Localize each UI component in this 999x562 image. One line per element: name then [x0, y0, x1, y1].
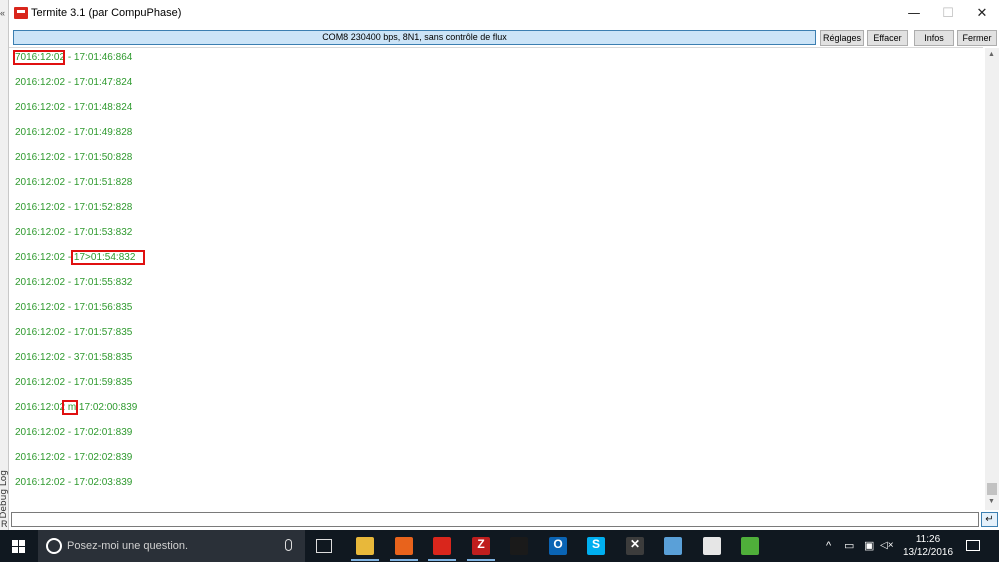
- send-input[interactable]: [11, 512, 979, 527]
- termite-window: Termite 3.1 (par CompuPhase) — ☐ ✕ COM8 …: [9, 0, 999, 530]
- input-row: ↵: [9, 512, 999, 528]
- output-line: 2016:12:02 - 17:01:49:828: [15, 127, 133, 138]
- filezilla-glyph-letter: Z: [477, 537, 485, 551]
- tray-overflow-icon[interactable]: ^: [826, 530, 831, 562]
- network-icon[interactable]: ▣: [864, 530, 874, 562]
- background-window-edge: « Debug Log R: [0, 0, 9, 530]
- microphone-icon[interactable]: [285, 539, 292, 551]
- termite-glyph: [433, 537, 451, 555]
- taskbar-app-firefox-icon[interactable]: [388, 533, 420, 561]
- debug-log-tab-label[interactable]: Debug Log: [0, 470, 9, 519]
- clear-button[interactable]: Effacer: [867, 30, 908, 46]
- taskbar: Posez-moi une question. Z O S ✕ ^ ▭ ▣ ◁× 11…: [0, 530, 999, 562]
- output-line: 2016:12:02 - 17:01:51:828: [15, 177, 133, 188]
- output-scrollbar[interactable]: ▲ ▼: [985, 48, 999, 510]
- cortana-search[interactable]: Posez-moi une question.: [38, 530, 305, 562]
- output-line: 2016:12:02 - 17:02:01:839: [15, 427, 133, 438]
- windows-logo-icon: [12, 540, 25, 553]
- command-prompt-glyph: [510, 537, 528, 555]
- taskbar-app-paint-icon[interactable]: [657, 533, 689, 561]
- output-line: 2016:12:02 - 17:02:02:839: [15, 452, 133, 463]
- system-clock[interactable]: 11:26 13/12/2016: [897, 533, 959, 559]
- scroll-up-icon[interactable]: ▲: [988, 51, 995, 58]
- settings-button[interactable]: Réglages: [820, 30, 864, 46]
- firefox-glyph: [395, 537, 413, 555]
- output-line: 2016:12:02 - 17:01:47:824: [15, 77, 133, 88]
- taskbar-app-skype-icon[interactable]: S: [580, 533, 612, 561]
- file-explorer-glyph: [356, 537, 374, 555]
- skype-glyph-letter: S: [591, 537, 600, 551]
- volume-muted-icon[interactable]: ◁×: [880, 530, 894, 562]
- error-highlight-box: [62, 400, 78, 415]
- connection-status[interactable]: COM8 230400 bps, 8N1, sans contrôle de f…: [13, 30, 816, 45]
- clock-date: 13/12/2016: [902, 547, 954, 558]
- close-port-button[interactable]: Fermer: [957, 30, 997, 46]
- cortana-icon: [46, 538, 62, 554]
- taskbar-app-tools-icon[interactable]: ✕: [619, 533, 651, 561]
- toolbar: COM8 230400 bps, 8N1, sans contrôle de f…: [9, 29, 999, 47]
- error-highlight-box: [71, 250, 145, 265]
- search-placeholder: Posez-moi une question.: [67, 540, 189, 552]
- output-line: 2016:12:02 - 17:01:52:828: [15, 202, 133, 213]
- termite-app-icon: [14, 7, 28, 19]
- output-line: 2016:12:02 - 37:01:58:835: [15, 352, 133, 363]
- close-button[interactable]: ✕: [965, 0, 999, 28]
- outlook-glyph-letter: O: [553, 537, 563, 551]
- output-line: 2016:12:02 - 17:01:57:835: [15, 327, 133, 338]
- desktop-screen: « Debug Log R Termite 3.1 (par CompuPhas…: [0, 0, 999, 562]
- info-button[interactable]: Infos: [914, 30, 954, 46]
- output-line: 2016:12:02 - 17:01:48:824: [15, 102, 133, 113]
- error-highlight-box: [13, 50, 65, 65]
- output-line: 2016:12:02 - 17:01:56:835: [15, 302, 133, 313]
- maximize-button[interactable]: ☐: [931, 0, 965, 28]
- output-line: 2016:12:02 - 17:02:03:839: [15, 477, 133, 488]
- taskbar-app-outlook-icon[interactable]: O: [542, 533, 574, 561]
- taskbar-app-green-app-icon[interactable]: [734, 533, 766, 561]
- title-bar[interactable]: Termite 3.1 (par CompuPhase) — ☐ ✕: [9, 0, 999, 28]
- taskbar-app-command-prompt-icon[interactable]: [503, 533, 535, 561]
- start-button[interactable]: [0, 530, 38, 562]
- output-line: 2016:12:02 - 17:01:55:832: [15, 277, 133, 288]
- background-letter: R: [1, 519, 8, 529]
- output-line: 2016:12:02 - 17:01:59:835: [15, 377, 133, 388]
- send-button[interactable]: ↵: [981, 512, 998, 527]
- output-line: 2016:12:02 - 17:01:53:832: [15, 227, 133, 238]
- output-pane[interactable]: 7016:12:02 - 17:01:46:864 2016:12:02 - 1…: [9, 47, 983, 509]
- scrollbar-thumb[interactable]: [987, 483, 997, 495]
- taskbar-app-photos-icon[interactable]: [696, 533, 728, 561]
- green-app-glyph: [741, 537, 759, 555]
- battery-icon[interactable]: ▭: [844, 530, 854, 562]
- tools-glyph-letter: ✕: [629, 537, 641, 551]
- minimize-button[interactable]: —: [897, 0, 931, 28]
- taskbar-app-termite-icon[interactable]: [426, 533, 458, 561]
- output-line: 2016:12:02 - 17:01:50:828: [15, 152, 133, 163]
- paint-glyph: [664, 537, 682, 555]
- collapse-chevron-icon[interactable]: «: [0, 8, 5, 18]
- action-center-icon[interactable]: [966, 540, 980, 551]
- scroll-down-icon[interactable]: ▼: [988, 498, 995, 505]
- photos-glyph: [703, 537, 721, 555]
- window-title: Termite 3.1 (par CompuPhase): [31, 7, 182, 19]
- task-view-icon[interactable]: [316, 539, 332, 553]
- clock-time: 11:26: [915, 534, 941, 545]
- taskbar-app-file-explorer-icon[interactable]: [349, 533, 381, 561]
- taskbar-app-filezilla-icon[interactable]: Z: [465, 533, 497, 561]
